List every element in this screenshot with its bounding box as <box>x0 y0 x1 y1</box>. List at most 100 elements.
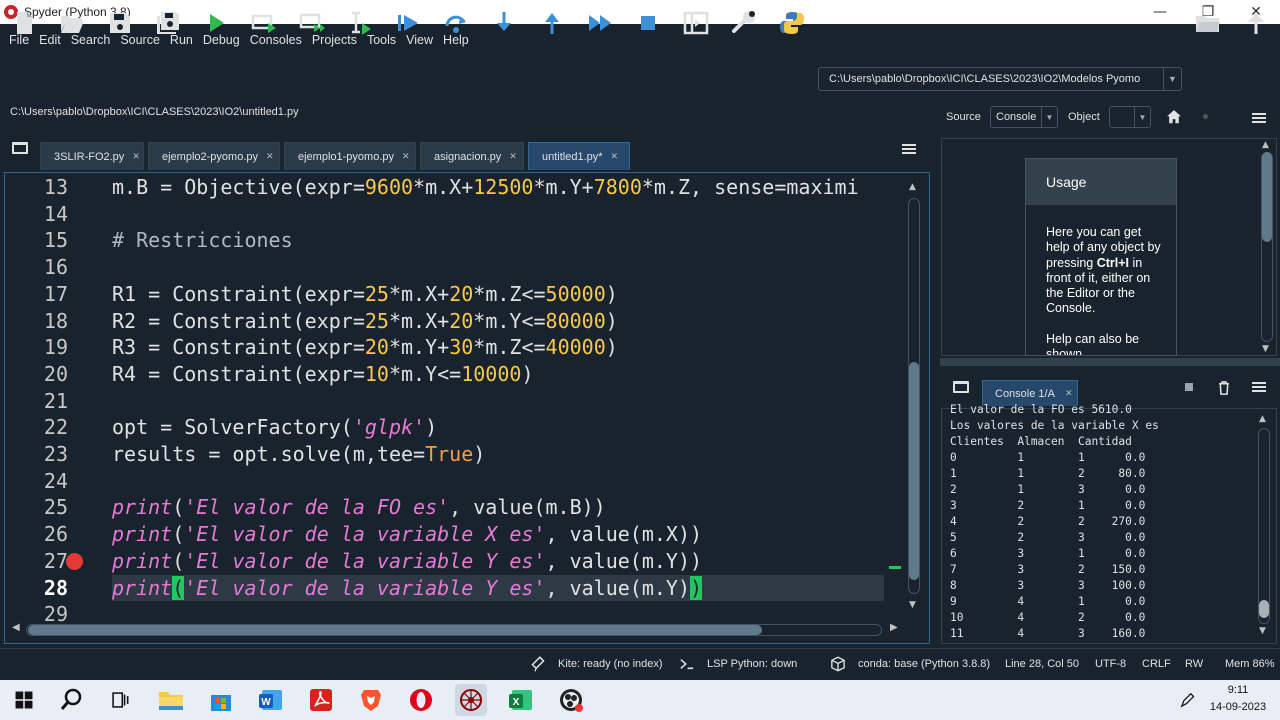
line-number[interactable]: 19 <box>4 334 68 361</box>
console-vertical-scrollbar[interactable]: ▲ ▼ <box>1255 414 1273 640</box>
new-file-icon[interactable] <box>9 8 39 38</box>
parent-directory-icon[interactable] <box>1241 8 1271 38</box>
line-number[interactable]: 28 <box>4 575 68 602</box>
scroll-up-icon[interactable]: ▲ <box>909 182 916 192</box>
close-tab-icon[interactable]: ✕ <box>1065 388 1073 399</box>
run-icon[interactable] <box>201 8 231 38</box>
brave-browser-icon[interactable] <box>355 684 387 716</box>
browse-consoles-icon[interactable] <box>953 381 969 393</box>
scroll-thumb[interactable] <box>909 362 919 580</box>
file-explorer-icon[interactable] <box>155 684 187 716</box>
scroll-up-icon[interactable]: ▲ <box>1259 414 1266 424</box>
system-clock[interactable]: 9:11 14-09-2023 <box>1208 682 1268 716</box>
line-number[interactable]: 21 <box>4 388 68 415</box>
object-combo[interactable]: ▼ <box>1109 106 1151 128</box>
code-line[interactable]: print('El valor de la FO es', value(m.B)… <box>112 494 606 521</box>
windows-start-icon[interactable] <box>8 684 40 716</box>
breakpoint-icon[interactable] <box>66 552 83 570</box>
code-line[interactable]: print('El valor de la variable X es', va… <box>112 521 702 548</box>
line-number[interactable]: 13 <box>4 174 68 201</box>
run-cell-advance-icon[interactable] <box>297 8 327 38</box>
stop-debug-icon[interactable] <box>633 8 663 38</box>
preferences-wrench-icon[interactable] <box>729 8 759 38</box>
open-file-icon[interactable] <box>57 8 87 38</box>
continue-icon[interactable] <box>585 8 615 38</box>
opera-browser-icon[interactable] <box>405 684 437 716</box>
editor-options-menu-icon[interactable] <box>902 144 916 154</box>
line-number[interactable]: 17 <box>4 281 68 308</box>
code-line[interactable]: m.B = Objective(expr=9600*m.X+12500*m.Y+… <box>112 174 859 201</box>
source-combo[interactable]: Console ▼ <box>990 106 1058 128</box>
browse-tabs-icon[interactable] <box>12 142 28 154</box>
word-icon[interactable]: W <box>255 684 287 716</box>
line-number[interactable]: 23 <box>4 441 68 468</box>
run-selection-icon[interactable] <box>345 8 375 38</box>
browse-directory-icon[interactable] <box>1193 8 1223 38</box>
console-output[interactable]: El valor de la FO es 5610.0 Los valores d… <box>950 402 1250 638</box>
scroll-down-icon[interactable]: ▼ <box>1259 626 1266 636</box>
save-all-icon[interactable] <box>153 8 183 38</box>
working-directory-combo[interactable]: C:\Users\pablo\Dropbox\ICI\CLASES\2023\I… <box>818 67 1182 91</box>
line-number[interactable]: 20 <box>4 361 68 388</box>
code-line[interactable]: print('El valor de la variable Y es', va… <box>112 574 884 602</box>
line-number[interactable]: 24 <box>4 468 68 495</box>
close-tab-icon[interactable]: ✕ <box>611 151 619 162</box>
chevron-down-icon[interactable]: ▼ <box>1041 107 1057 127</box>
pen-workspace-icon[interactable] <box>1174 684 1202 716</box>
code-area[interactable]: m.B = Objective(expr=9600*m.X+12500*m.Y+… <box>112 174 884 614</box>
line-number[interactable]: 14 <box>4 201 68 228</box>
tab-asignacion[interactable]: asignacion.py ✕ <box>420 142 524 170</box>
spyder-taskbar-icon[interactable] <box>455 684 487 716</box>
line-number[interactable]: 18 <box>4 308 68 335</box>
task-view-icon[interactable] <box>104 684 136 716</box>
clear-console-trash-icon[interactable] <box>1212 376 1236 400</box>
line-number[interactable]: 25 <box>4 494 68 521</box>
tab-3slir-fo2[interactable]: 3SLIR-FO2.py ✕ <box>40 142 144 170</box>
line-number-gutter[interactable]: 13 14 15 16 17 18 19 20 21 22 23 24 25 26 27 28 29 <box>4 174 104 626</box>
line-number[interactable]: 26 <box>4 521 68 548</box>
pane-splitter[interactable] <box>940 358 1280 366</box>
code-line[interactable]: opt = SolverFactory('glpk') <box>112 414 437 441</box>
close-tab-icon[interactable]: ✕ <box>266 151 274 162</box>
line-number[interactable]: 27 <box>4 548 68 575</box>
line-number[interactable]: 22 <box>4 414 68 441</box>
home-icon[interactable] <box>1161 104 1187 130</box>
microsoft-store-icon[interactable] <box>205 684 237 716</box>
scroll-thumb[interactable] <box>1262 152 1272 242</box>
chevron-down-icon[interactable]: ▼ <box>1134 107 1150 127</box>
help-options-menu-icon[interactable] <box>1252 113 1266 123</box>
debug-icon[interactable] <box>393 8 423 38</box>
acrobat-icon[interactable] <box>305 684 337 716</box>
code-line[interactable]: R1 = Constraint(expr=25*m.X+20*m.Z<=5000… <box>112 281 618 308</box>
scroll-thumb[interactable] <box>1259 600 1269 618</box>
scroll-down-icon[interactable]: ▼ <box>1262 344 1269 354</box>
maximize-pane-icon[interactable] <box>681 8 711 38</box>
tab-untitled1[interactable]: untitled1.py* ✕ <box>528 142 630 170</box>
obs-recording-icon[interactable] <box>555 684 587 716</box>
code-line[interactable]: # Restricciones <box>112 227 293 254</box>
scroll-up-icon[interactable]: ▲ <box>1262 140 1269 150</box>
scroll-down-icon[interactable]: ▼ <box>909 600 916 610</box>
console-options-menu-icon[interactable] <box>1252 382 1266 392</box>
scroll-track[interactable] <box>1258 428 1270 624</box>
scroll-left-icon[interactable]: ◀ <box>12 622 20 633</box>
editor-vertical-scrollbar[interactable]: ▲ ▼ <box>906 182 922 612</box>
close-tab-icon[interactable]: ✕ <box>509 151 517 162</box>
scroll-right-icon[interactable]: ▶ <box>890 622 898 633</box>
step-icon[interactable] <box>441 8 471 38</box>
tab-ejemplo2-pyomo[interactable]: ejemplo2-pyomo.py ✕ <box>148 142 280 170</box>
stop-kernel-icon[interactable] <box>1185 383 1193 391</box>
python-path-manager-icon[interactable] <box>777 8 807 38</box>
step-return-icon[interactable] <box>537 8 567 38</box>
run-cell-icon[interactable] <box>249 8 279 38</box>
code-line[interactable]: print('El valor de la variable Y es', va… <box>112 548 702 575</box>
close-tab-icon[interactable]: ✕ <box>132 151 140 162</box>
close-tab-icon[interactable]: ✕ <box>402 151 410 162</box>
editor-horizontal-scrollbar[interactable]: ◀ ▶ <box>12 622 904 638</box>
code-line[interactable]: results = opt.solve(m,tee=True) <box>112 441 485 468</box>
step-into-icon[interactable] <box>489 8 519 38</box>
line-number[interactable]: 15 <box>4 227 68 254</box>
help-vertical-scrollbar[interactable]: ▲ ▼ <box>1259 140 1275 354</box>
code-line[interactable]: R4 = Constraint(expr=10*m.Y<=10000) <box>112 361 533 388</box>
save-file-icon[interactable] <box>105 8 135 38</box>
